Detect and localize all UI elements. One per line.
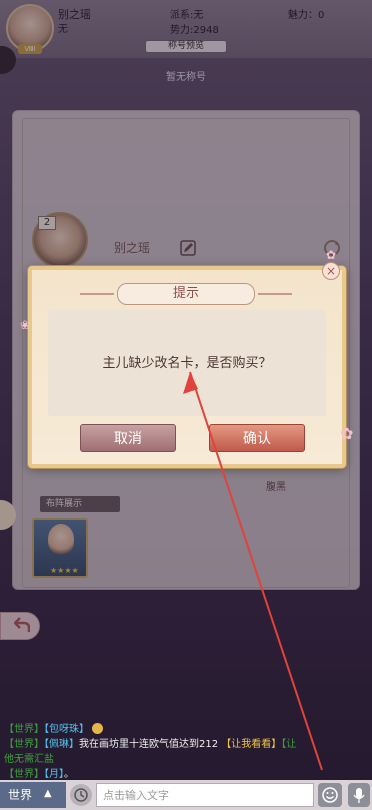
chat-line: 【世界】【包呀珠】 [0,722,372,737]
flower-decoration: ✿ [340,424,354,443]
chat-text: 他无需汇盐 [4,754,54,765]
chat-line: 【世界】【佩琳】我在画坊里十连欧气值达到212 【让我看看】【让 [0,737,372,752]
channel-selector[interactable]: 世界 [0,782,66,808]
chat-line: 他无需汇盐 [0,752,372,767]
chat-text: 。 [64,769,74,780]
chat-sender[interactable]: 【包呀珠】 [44,724,89,735]
chat-sender[interactable]: 【月】 [44,769,64,780]
chat-sender[interactable]: 【佩琳】 [44,739,79,750]
dialog-message: 主儿缺少改名卡，是否购买？ [102,356,272,371]
dialog-title: 提示 [117,283,255,305]
close-icon[interactable]: × [322,262,340,280]
chat-channel: 【世界】 [4,769,44,780]
chat-input[interactable] [96,783,314,807]
chat-text: 我在画坊里十连欧气值达到212 [79,739,219,750]
chat-channel: 【世界】 [4,724,44,735]
confirm-button[interactable]: 确认 [209,424,305,452]
chat-link-cut[interactable]: 【让 [281,739,296,750]
cancel-button[interactable]: 取消 [80,424,176,452]
microphone-icon[interactable] [348,783,370,807]
petal-decoration-left: ❀ [20,318,31,332]
emoji-icon[interactable] [318,783,342,807]
title-decoration-right [258,293,292,295]
chat-link[interactable]: 【让我看看】 [221,739,281,750]
chat-log: 【世界】【包呀珠】 【世界】【佩琳】我在画坊里十连欧气值达到212 【让我看看】… [0,722,372,780]
title-decoration-left [80,293,114,295]
coin-icon [92,723,104,734]
petal-decoration: ✿ [326,248,337,262]
chevron-up-icon: ▲ [44,788,52,799]
history-icon[interactable] [70,784,92,806]
chat-channel: 【世界】 [4,739,44,750]
